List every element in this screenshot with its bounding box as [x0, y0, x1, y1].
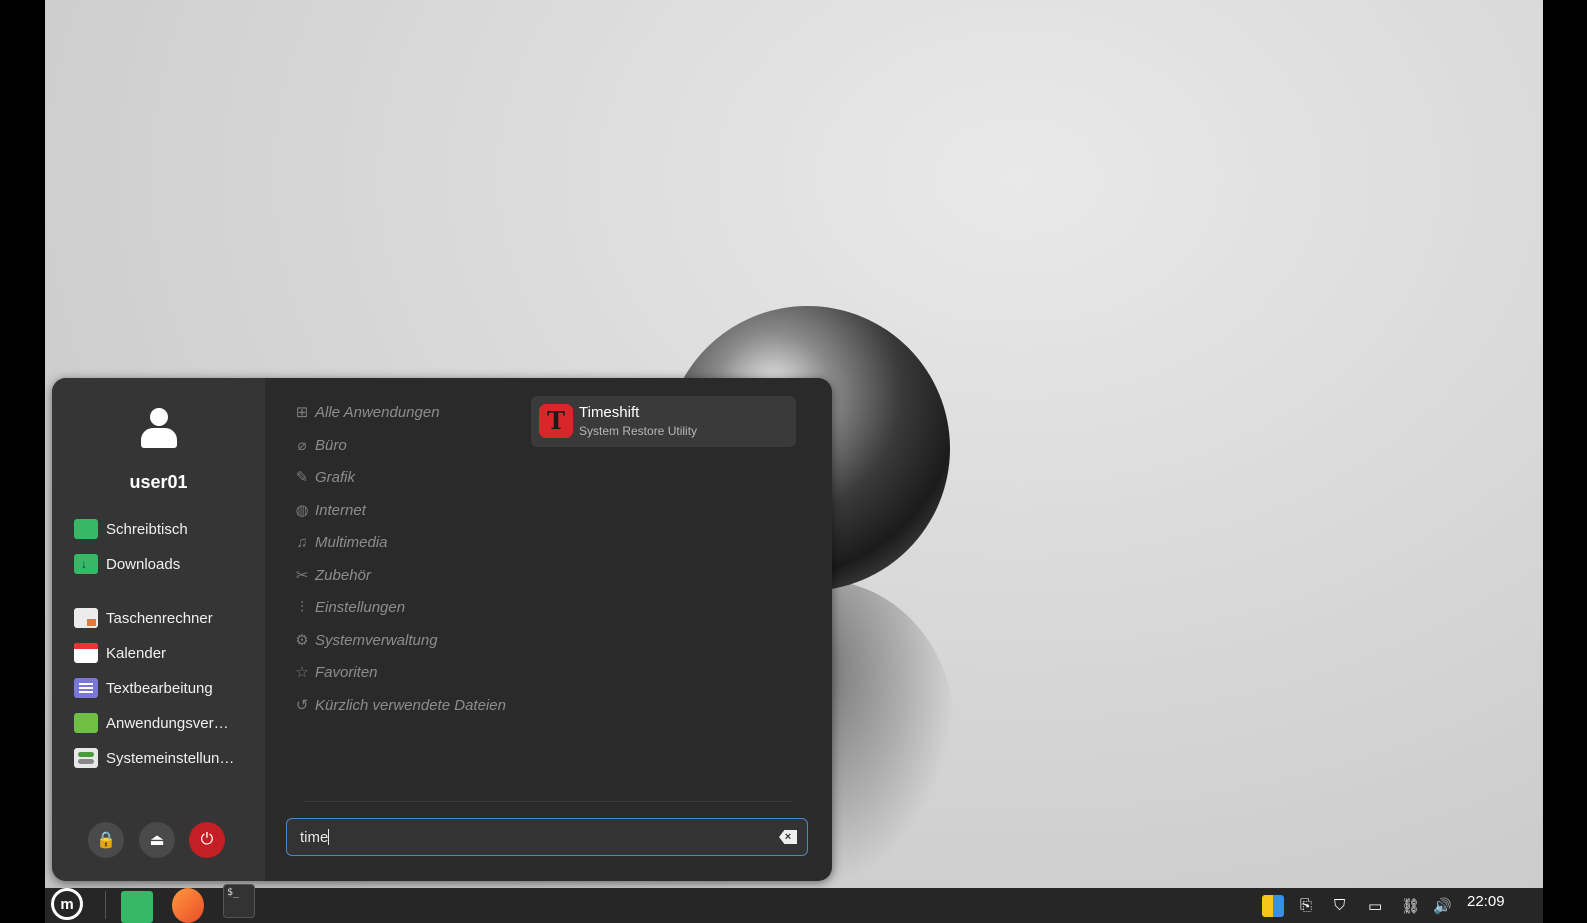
- update-manager-icon[interactable]: [1262, 888, 1288, 923]
- film-icon: ♫: [296, 533, 308, 551]
- search-result-timeshift[interactable]: T Timeshift System Restore Utility: [531, 396, 796, 447]
- divider: [304, 801, 792, 802]
- category-label: Alle Anwendungen: [315, 403, 440, 421]
- category-all-applications[interactable]: ⊞ Alle Anwendungen: [292, 400, 440, 424]
- result-description: System Restore Utility: [579, 424, 698, 438]
- category-administration[interactable]: ⚙ Systemverwaltung: [292, 628, 438, 652]
- desktop-folder-icon: [74, 519, 98, 539]
- category-settings[interactable]: ⫶ Einstellungen: [292, 595, 405, 619]
- category-office[interactable]: ⌀ Büro: [292, 433, 347, 457]
- favorite-label: Taschenrechner: [106, 609, 213, 627]
- search-input[interactable]: time ×: [286, 818, 808, 856]
- category-recent-files[interactable]: ↺ Kürzlich verwendete Dateien: [292, 693, 506, 717]
- category-label: Einstellungen: [315, 598, 406, 616]
- category-label: Multimedia: [315, 533, 388, 551]
- category-label: Kürzlich verwendete Dateien: [315, 696, 506, 714]
- screen-border: [1543, 888, 1587, 923]
- history-icon: ↺: [295, 697, 309, 714]
- category-label: Büro: [315, 436, 347, 454]
- category-accessories[interactable]: ✂ Zubehör: [292, 563, 371, 587]
- favorite-text-editor[interactable]: Textbearbeitung: [74, 674, 259, 702]
- grid-icon: ⊞: [295, 404, 309, 421]
- place-desktop[interactable]: Schreibtisch: [74, 515, 259, 543]
- firefox-launcher-icon[interactable]: [172, 888, 204, 923]
- paperclip-icon: ⌀: [297, 437, 307, 454]
- screen-border: [1543, 0, 1587, 888]
- category-label: Grafik: [315, 468, 356, 486]
- taskbar-separator: [105, 891, 106, 919]
- category-favorites[interactable]: ☆ Favoriten: [292, 660, 378, 684]
- globe-icon: ◍: [295, 502, 309, 519]
- lock-screen-button[interactable]: 🔒: [88, 822, 124, 858]
- shutdown-button[interactable]: ⏻: [189, 822, 225, 858]
- power-icon: ⏻: [200, 831, 214, 848]
- favorite-calendar[interactable]: Kalender: [74, 639, 259, 667]
- category-internet[interactable]: ◍ Internet: [292, 498, 366, 522]
- place-label: Schreibtisch: [106, 520, 188, 538]
- favorite-label: Kalender: [106, 644, 167, 662]
- text-caret: [328, 829, 330, 845]
- category-label: Systemverwaltung: [315, 631, 438, 649]
- search-value: time: [300, 829, 329, 846]
- display-icon[interactable]: ▭: [1368, 888, 1382, 923]
- favorite-label: Anwendungsver…: [106, 714, 229, 732]
- text-editor-icon: [74, 678, 98, 698]
- brush-icon: ✎: [295, 469, 309, 486]
- sliders-icon: ⫶: [300, 598, 304, 616]
- category-label: Favoriten: [315, 663, 378, 681]
- calendar-icon: [74, 643, 98, 663]
- network-icon[interactable]: ⛓: [1401, 888, 1420, 923]
- logout-button[interactable]: ⏏: [139, 822, 175, 858]
- category-label: Zubehör: [315, 566, 371, 584]
- clock[interactable]: 22:09: [1467, 888, 1505, 923]
- user-avatar-icon[interactable]: [139, 408, 179, 450]
- calculator-icon: [74, 608, 98, 628]
- clear-search-icon[interactable]: ×: [779, 830, 797, 844]
- terminal-launcher-icon[interactable]: $_: [223, 884, 255, 918]
- favorite-software-manager[interactable]: Anwendungsver…: [74, 709, 259, 737]
- downloads-folder-icon: [74, 554, 98, 574]
- system-settings-icon: [74, 748, 98, 768]
- result-name: Timeshift: [579, 404, 640, 421]
- volume-icon[interactable]: 🔊: [1433, 888, 1452, 923]
- files-launcher-icon[interactable]: [121, 891, 153, 923]
- taskbar: m $_ ⎘ ⛉ ▭ ⛓ 🔊 22:09: [45, 884, 1543, 923]
- username-label: user01: [129, 472, 188, 492]
- lock-icon: 🔒: [96, 832, 116, 849]
- place-downloads[interactable]: Downloads: [74, 550, 259, 578]
- category-label: Internet: [315, 501, 366, 519]
- clipboard-icon[interactable]: ⎘: [1300, 888, 1312, 923]
- timeshift-icon: T: [539, 404, 573, 438]
- menu-sidebar: user01 Schreibtisch Downloads Taschenrec…: [52, 378, 265, 881]
- logout-icon: ⏏: [149, 832, 165, 849]
- gear-icon: ⚙: [295, 632, 309, 649]
- star-icon: ☆: [295, 664, 309, 681]
- start-menu: user01 Schreibtisch Downloads Taschenrec…: [52, 378, 832, 881]
- favorite-calculator[interactable]: Taschenrechner: [74, 604, 259, 632]
- category-graphics[interactable]: ✎ Grafik: [292, 465, 355, 489]
- tools-icon: ✂: [295, 567, 309, 584]
- place-label: Downloads: [106, 555, 181, 573]
- shield-icon[interactable]: ⛉: [1334, 888, 1345, 923]
- favorite-label: Systemeinstellun…: [106, 749, 235, 767]
- menu-button-mint-icon[interactable]: m: [51, 888, 83, 920]
- favorite-system-settings[interactable]: Systemeinstellun…: [74, 744, 259, 772]
- screen-border: [0, 888, 45, 923]
- software-manager-icon: [74, 713, 98, 733]
- category-multimedia[interactable]: ♫ Multimedia: [292, 530, 388, 554]
- favorite-label: Textbearbeitung: [106, 679, 213, 697]
